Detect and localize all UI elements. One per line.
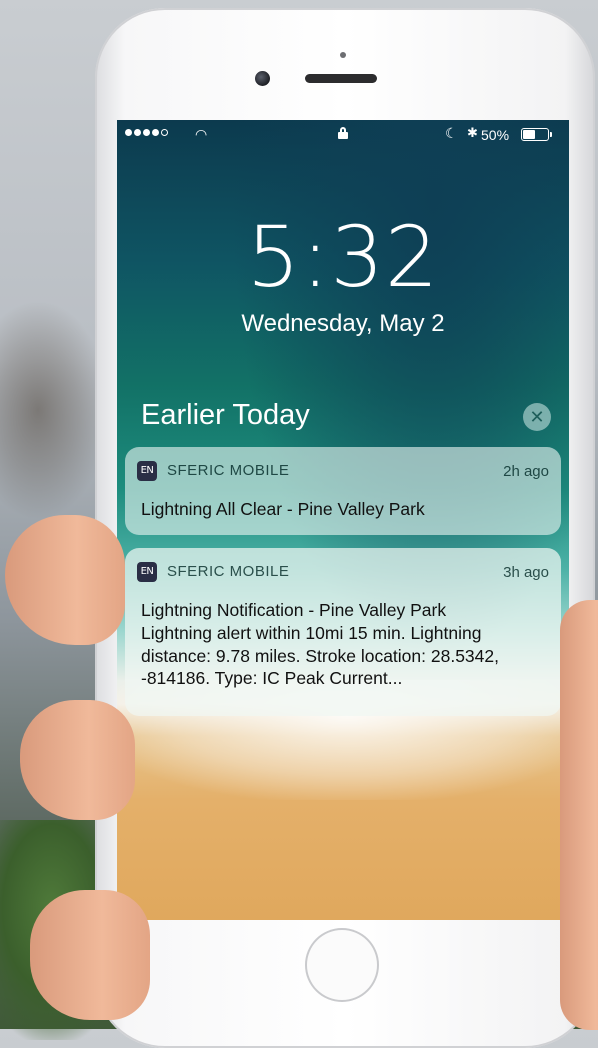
finger	[20, 700, 135, 820]
lock-screen-date: Wednesday, May 2	[241, 310, 445, 337]
battery-icon	[521, 128, 553, 141]
home-button[interactable]	[305, 928, 379, 1002]
notification-title: Lightning All Clear - Pine Valley Park	[141, 499, 425, 519]
notification-time: 2h ago	[503, 463, 549, 480]
front-camera	[255, 71, 270, 86]
lock-screen: ◠ ☾ ✱ 50% 5:32 Wednesday, May 2 Earlier …	[117, 120, 569, 920]
palm	[560, 600, 598, 1030]
earpiece-speaker	[305, 74, 377, 83]
background-tree	[0, 300, 110, 520]
proximity-sensor	[340, 52, 346, 58]
notification-body: Lightning alert within 10mi 15 min. Ligh…	[141, 623, 499, 688]
finger	[5, 515, 125, 645]
bluetooth-icon: ✱	[467, 125, 478, 140]
notification-time: 3h ago	[503, 564, 549, 581]
notification-app-name: SFERIC MOBILE	[167, 563, 290, 580]
notification-card[interactable]: EN SFERIC MOBILE 2h ago Lightning All Cl…	[125, 447, 561, 535]
notification-app-name: SFERIC MOBILE	[167, 462, 290, 479]
notification-section-title: Earlier Today	[141, 399, 310, 431]
finger	[30, 890, 150, 1020]
status-bar: ◠ ☾ ✱ 50%	[117, 120, 569, 150]
battery-percentage: 50%	[481, 127, 510, 143]
sferic-app-icon: EN	[137, 562, 157, 582]
notification-header: EN SFERIC MOBILE 2h ago	[137, 459, 549, 481]
cellular-signal-icon	[125, 129, 168, 136]
wifi-icon: ◠	[195, 126, 208, 142]
notification-card[interactable]: EN SFERIC MOBILE 3h ago Lightning Notifi…	[125, 548, 561, 716]
lock-icon	[338, 127, 348, 139]
lock-screen-time: 5:32	[246, 208, 440, 306]
clear-notifications-button[interactable]: ✕	[523, 403, 551, 431]
moon-icon: ☾	[445, 125, 458, 141]
sferic-app-icon: EN	[137, 461, 157, 481]
notification-title: Lightning Notification - Pine Valley Par…	[141, 600, 447, 620]
notification-header: EN SFERIC MOBILE 3h ago	[137, 560, 549, 582]
